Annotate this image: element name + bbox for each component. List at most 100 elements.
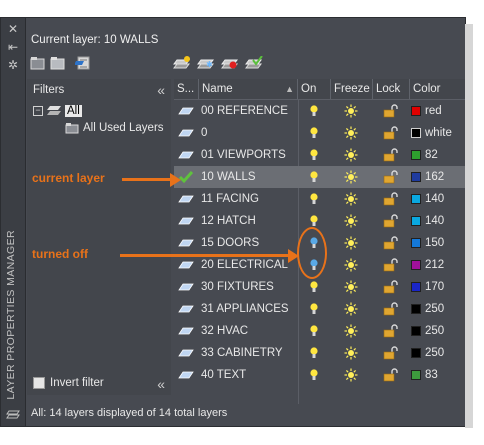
layer-parallelogram-icon[interactable] — [174, 298, 198, 320]
layer-color[interactable]: 212 — [411, 254, 471, 276]
layer-row[interactable]: 31 APPLIANCES 250 — [174, 298, 466, 320]
layer-row[interactable]: 32 HVAC 250 — [174, 320, 466, 342]
thaw-sun-icon[interactable] — [331, 342, 371, 364]
layer-name[interactable]: 00 REFERENCE — [201, 100, 297, 122]
unlocked-padlock-icon[interactable] — [373, 298, 409, 320]
column-on[interactable]: On — [298, 79, 331, 99]
collapse-filters-icon[interactable]: « — [157, 82, 165, 98]
layer-name[interactable]: 11 FACING — [201, 188, 297, 210]
layer-parallelogram-icon[interactable] — [174, 100, 198, 122]
new-group-filter-button[interactable] — [49, 54, 67, 72]
layer-name[interactable]: 10 WALLS — [201, 166, 297, 188]
tree-item-all[interactable]: − All — [33, 103, 82, 119]
layer-name[interactable]: 32 HVAC — [201, 320, 297, 342]
layer-color[interactable]: 170 — [411, 276, 471, 298]
layer-name[interactable]: 01 VIEWPORTS — [201, 144, 297, 166]
new-layer-vp-frozen-button[interactable]: ✱ — [197, 54, 215, 72]
layer-row[interactable]: 12 HATCH 140 — [174, 210, 466, 232]
tree-collapse-icon[interactable]: − — [33, 106, 43, 116]
layer-row[interactable]: 0 white — [174, 122, 466, 144]
layer-color[interactable]: 250 — [411, 298, 471, 320]
unlocked-padlock-icon[interactable] — [373, 122, 409, 144]
unlocked-padlock-icon[interactable] — [373, 342, 409, 364]
lightbulb-on-icon[interactable] — [299, 276, 329, 298]
palette-title-bar[interactable]: ✕ ⇤ ✲ LAYER PROPERTIES MANAGER — [1, 18, 26, 426]
column-lock[interactable]: Lock — [373, 79, 410, 99]
set-current-button[interactable] — [245, 54, 263, 72]
layer-row[interactable]: 01 VIEWPORTS 82 — [174, 144, 466, 166]
lightbulb-on-icon[interactable] — [299, 100, 329, 122]
unlocked-padlock-icon[interactable] — [373, 144, 409, 166]
layer-row[interactable]: 40 TEXT 83 — [174, 364, 466, 386]
lightbulb-on-icon[interactable] — [299, 342, 329, 364]
unlocked-padlock-icon[interactable] — [373, 232, 409, 254]
lightbulb-on-icon[interactable] — [299, 364, 329, 386]
layer-color[interactable]: 140 — [411, 210, 471, 232]
layer-color[interactable]: 150 — [411, 232, 471, 254]
unlocked-padlock-icon[interactable] — [373, 254, 409, 276]
invert-filter-checkbox[interactable]: Invert filter — [33, 375, 104, 391]
column-status[interactable]: S... — [174, 79, 199, 99]
thaw-sun-icon[interactable] — [331, 122, 371, 144]
column-freeze[interactable]: Freeze — [331, 79, 373, 99]
unlocked-padlock-icon[interactable] — [373, 320, 409, 342]
layer-parallelogram-icon[interactable] — [174, 342, 198, 364]
unlocked-padlock-icon[interactable] — [373, 364, 409, 386]
layer-color[interactable]: white — [411, 122, 471, 144]
thaw-sun-icon[interactable] — [331, 232, 371, 254]
layer-parallelogram-icon[interactable] — [174, 144, 198, 166]
layer-parallelogram-icon[interactable] — [174, 276, 198, 298]
layer-parallelogram-icon[interactable] — [174, 188, 198, 210]
lightbulb-on-icon[interactable] — [299, 144, 329, 166]
unlocked-padlock-icon[interactable] — [373, 276, 409, 298]
unlocked-padlock-icon[interactable] — [373, 210, 409, 232]
thaw-sun-icon[interactable] — [331, 320, 371, 342]
layer-name[interactable]: 12 HATCH — [201, 210, 297, 232]
thaw-sun-icon[interactable] — [331, 100, 371, 122]
layer-color[interactable]: 140 — [411, 188, 471, 210]
layer-parallelogram-icon[interactable] — [174, 254, 198, 276]
lightbulb-on-icon[interactable] — [299, 188, 329, 210]
layer-name[interactable]: 20 ELECTRICAL — [201, 254, 297, 276]
thaw-sun-icon[interactable] — [331, 210, 371, 232]
layer-row[interactable]: 30 FIXTURES 170 — [174, 276, 466, 298]
layer-name[interactable]: 40 TEXT — [201, 364, 297, 386]
layer-name[interactable]: 15 DOORS — [201, 232, 297, 254]
layer-parallelogram-icon[interactable] — [174, 232, 198, 254]
thaw-sun-icon[interactable] — [331, 254, 371, 276]
delete-layer-button[interactable] — [221, 54, 239, 72]
layer-name[interactable]: 30 FIXTURES — [201, 276, 297, 298]
thaw-sun-icon[interactable] — [331, 364, 371, 386]
collapse-filters-bottom-icon[interactable]: « — [157, 376, 165, 392]
thaw-sun-icon[interactable] — [331, 298, 371, 320]
layer-row[interactable]: 00 REFERENCE red — [174, 100, 466, 122]
layer-color[interactable]: 82 — [411, 144, 471, 166]
layer-parallelogram-icon[interactable] — [174, 122, 198, 144]
layer-color[interactable]: 250 — [411, 320, 471, 342]
thaw-sun-icon[interactable] — [331, 188, 371, 210]
layer-name[interactable]: 33 CABINETRY — [201, 342, 297, 364]
column-name[interactable]: Name ▲ — [199, 79, 298, 99]
lightbulb-on-icon[interactable] — [299, 320, 329, 342]
unlocked-padlock-icon[interactable] — [373, 100, 409, 122]
layer-color[interactable]: red — [411, 100, 471, 122]
lightbulb-on-icon[interactable] — [299, 122, 329, 144]
unlocked-padlock-icon[interactable] — [373, 166, 409, 188]
layer-color[interactable]: 250 — [411, 342, 471, 364]
lightbulb-on-icon[interactable] — [299, 298, 329, 320]
thaw-sun-icon[interactable] — [331, 144, 371, 166]
layer-name[interactable]: 0 — [201, 122, 297, 144]
auto-hide-icon[interactable]: ⇤ — [6, 40, 20, 54]
settings-icon[interactable]: ✲ — [6, 58, 20, 72]
layer-parallelogram-icon[interactable] — [174, 364, 198, 386]
close-icon[interactable]: ✕ — [6, 22, 20, 36]
layer-name[interactable]: 31 APPLIANCES — [201, 298, 297, 320]
layer-row[interactable]: 11 FACING 140 — [174, 188, 466, 210]
unlocked-padlock-icon[interactable] — [373, 188, 409, 210]
layer-parallelogram-icon[interactable] — [174, 210, 198, 232]
layer-row[interactable]: 10 WALLS 162 — [174, 166, 466, 188]
tree-item-all-used-layers[interactable]: All Used Layers — [65, 120, 164, 136]
layer-states-button[interactable] — [75, 54, 93, 72]
layer-row[interactable]: 33 CABINETRY 250 — [174, 342, 466, 364]
new-layer-button[interactable] — [173, 54, 191, 72]
